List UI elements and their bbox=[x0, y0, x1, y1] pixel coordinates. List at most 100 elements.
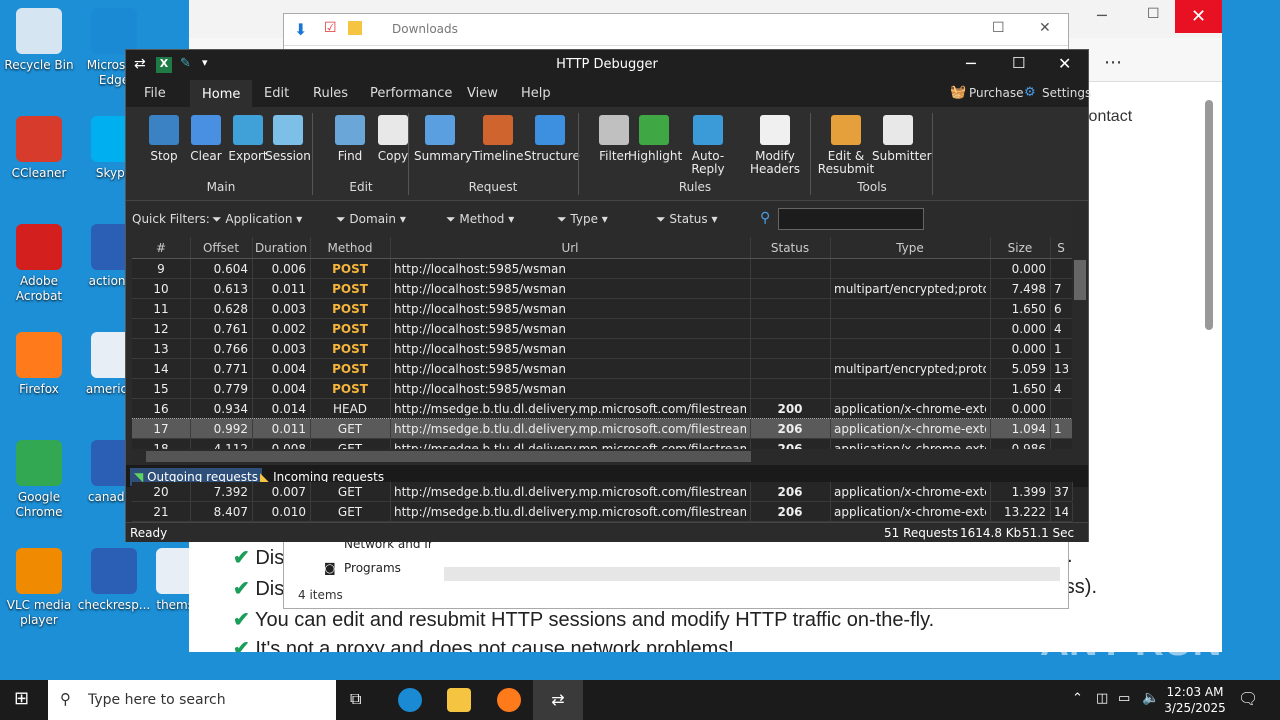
close-icon[interactable]: ✕ bbox=[1058, 54, 1071, 73]
more-icon[interactable]: ⋯ bbox=[1104, 52, 1122, 73]
sidebar-item-programs[interactable]: Programs bbox=[344, 561, 401, 575]
search-input[interactable] bbox=[778, 208, 924, 230]
table-row[interactable]: 15 0.779 0.004 POST http://localhost:5985/ws… bbox=[132, 379, 1072, 399]
cell-url: http://localhost:5985/wsman bbox=[394, 282, 566, 296]
clock[interactable]: 12:03 AM 3/25/2025 bbox=[1160, 684, 1230, 716]
column-header[interactable]: Type bbox=[830, 241, 990, 255]
menu-file[interactable]: File bbox=[144, 86, 166, 101]
menu-help[interactable]: Help bbox=[521, 86, 551, 101]
filter-type[interactable]: ⏷ Type ▾ bbox=[557, 212, 608, 227]
cell-divider bbox=[390, 359, 391, 378]
cell-n: 14 bbox=[153, 362, 169, 376]
filter-method[interactable]: ⏷ Method ▾ bbox=[446, 212, 514, 227]
cell-size: 13.222 bbox=[1004, 505, 1046, 519]
column-header[interactable]: Url bbox=[390, 241, 750, 255]
minimize-icon[interactable]: ─ bbox=[1097, 6, 1107, 25]
table-row[interactable]: 9 0.604 0.006 POST http://localhost:5985/wsm… bbox=[132, 259, 1072, 279]
cell-divider bbox=[830, 319, 831, 338]
menu-edit[interactable]: Edit bbox=[264, 86, 289, 101]
table-row[interactable]: 11 0.628 0.003 POST http://localhost:5985/ws… bbox=[132, 299, 1072, 319]
column-header[interactable]: Method bbox=[310, 241, 390, 255]
desktop-icon[interactable]: Google Chrome bbox=[0, 440, 78, 520]
table-row[interactable]: 20 7.392 0.007 GET http://msedge.b.tlu.dl.de… bbox=[132, 482, 1073, 502]
notifications-icon[interactable]: 🗨 bbox=[1238, 689, 1258, 708]
menu-rules[interactable]: Rules bbox=[313, 86, 348, 101]
table-row[interactable]: 17 0.992 0.011 GET http://msedge.b.tlu.dl.de… bbox=[132, 418, 1072, 440]
table-row[interactable]: 18 4.112 0.008 GET http://msedge.b.tlu.dl.de… bbox=[132, 439, 1072, 449]
filter-status[interactable]: ⏷ Status ▾ bbox=[656, 212, 718, 227]
network-icon[interactable]: ▭ bbox=[1118, 691, 1130, 706]
cell-divider bbox=[390, 259, 391, 278]
cell-n: 13 bbox=[153, 342, 169, 356]
settings-link[interactable]: Settings bbox=[1042, 86, 1091, 100]
horizontal-scrollbar[interactable] bbox=[132, 449, 1088, 464]
column-header[interactable]: # bbox=[132, 241, 190, 255]
explorer-maximize-icon[interactable]: ☐ bbox=[992, 20, 1005, 36]
desktop-icon[interactable]: CCleaner bbox=[0, 116, 78, 181]
ribbon-button-highlight[interactable]: Highlight bbox=[628, 115, 682, 163]
minimize-icon[interactable]: ─ bbox=[966, 54, 976, 73]
search-box[interactable]: ⚲ Type here to search bbox=[48, 680, 336, 720]
menu-view[interactable]: View bbox=[467, 86, 498, 101]
column-header[interactable]: Status bbox=[750, 241, 830, 255]
cell-divider bbox=[390, 399, 391, 418]
desktop-app-icon bbox=[16, 116, 62, 162]
chevron-up-icon[interactable]: ⌃ bbox=[1072, 691, 1083, 706]
column-header[interactable]: Offset bbox=[190, 241, 252, 255]
vertical-scrollbar[interactable] bbox=[1072, 202, 1088, 464]
column-header[interactable]: Duration bbox=[252, 241, 310, 255]
table-row[interactable]: 13 0.766 0.003 POST http://localhost:5985/ws… bbox=[132, 339, 1072, 359]
table-row[interactable]: 21 8.407 0.010 GET http://msedge.b.tlu.dl.de… bbox=[132, 502, 1073, 522]
cell-url: http://localhost:5985/wsman bbox=[394, 322, 566, 336]
ribbon-button-auto-reply[interactable]: Auto-Reply bbox=[682, 115, 734, 176]
menu-performance[interactable]: Performance bbox=[370, 86, 452, 101]
table-row[interactable]: 16 0.934 0.014 HEAD http://msedge.b.tlu.dl.d… bbox=[132, 399, 1072, 419]
start-icon[interactable]: ⊞ bbox=[14, 688, 29, 709]
ribbon-button-structure[interactable]: Structure bbox=[524, 115, 580, 163]
ribbon-button-modify-headers[interactable]: Modify Headers bbox=[746, 115, 804, 176]
table-row[interactable]: 14 0.771 0.004 POST http://localhost:5985/ws… bbox=[132, 359, 1072, 379]
cell-url: http://localhost:5985/wsman bbox=[394, 342, 566, 356]
menu-home[interactable]: Home bbox=[190, 80, 253, 107]
ribbon-button-edit-resubmit[interactable]: Edit & Resubmit bbox=[816, 115, 876, 176]
scrollbar-thumb[interactable] bbox=[1205, 100, 1213, 330]
filter-domain[interactable]: ⏷ Domain ▾ bbox=[336, 212, 406, 227]
close-icon[interactable]: ✕ bbox=[1175, 0, 1222, 33]
status-bar: Ready 51 Requests 1614.8 Kb 51.1 Sec bbox=[126, 522, 1088, 542]
task-view-icon[interactable]: ⧉ bbox=[350, 689, 361, 709]
ribbon-button-copy[interactable]: Copy bbox=[367, 115, 419, 163]
cell-s: 4 bbox=[1054, 322, 1062, 336]
cell-status: 206 bbox=[777, 442, 803, 449]
ribbon-button-session[interactable]: Session bbox=[262, 115, 314, 163]
cell-type: multipart/encrypted;protoc... bbox=[834, 282, 986, 296]
avatar-icon[interactable] bbox=[189, 1, 207, 19]
security-icon[interactable]: ◫ bbox=[1096, 691, 1108, 706]
ribbon-button-timeline[interactable]: Timeline bbox=[472, 115, 524, 163]
desktop-icon[interactable]: Recycle Bin bbox=[0, 8, 78, 73]
purchase-link[interactable]: Purchase bbox=[969, 86, 1024, 100]
firefox-taskbar-icon[interactable] bbox=[497, 688, 521, 712]
file-explorer-icon[interactable] bbox=[447, 688, 471, 712]
cell-divider bbox=[1050, 259, 1051, 278]
ribbon-button-summary[interactable]: Summary bbox=[414, 115, 472, 163]
cell-s: 7 bbox=[1054, 282, 1062, 296]
edge-taskbar-icon[interactable] bbox=[398, 688, 422, 712]
modify-headers-icon bbox=[760, 115, 790, 145]
table-row[interactable]: 10 0.613 0.011 POST http://localhost:5985/ws… bbox=[132, 279, 1072, 299]
desktop-icon[interactable]: Adobe Acrobat bbox=[0, 224, 78, 304]
volume-icon[interactable]: 🔈 bbox=[1142, 690, 1159, 706]
maximize-icon[interactable]: ☐ bbox=[1012, 54, 1025, 72]
maximize-icon[interactable]: ☐ bbox=[1147, 6, 1160, 22]
desktop-icon[interactable]: VLC media player bbox=[0, 548, 78, 628]
column-header[interactable]: Size bbox=[990, 241, 1050, 255]
explorer-close-icon[interactable]: ✕ bbox=[1039, 20, 1051, 36]
http-debugger-taskbar-icon[interactable]: ⇄ bbox=[533, 680, 583, 720]
quick-filters-bar: Quick Filters: ⏷ Application ▾ ⏷ Domain … bbox=[126, 202, 1072, 236]
filter-application[interactable]: ⏷ Application ▾ bbox=[212, 212, 302, 227]
column-header[interactable]: S bbox=[1050, 241, 1072, 255]
ribbon-button-submitter[interactable]: Submitter bbox=[872, 115, 932, 163]
ribbon-button-label: Structure bbox=[524, 149, 580, 163]
horizontal-scrollbar[interactable] bbox=[444, 567, 1060, 581]
table-row[interactable]: 12 0.761 0.002 POST http://localhost:5985/ws… bbox=[132, 319, 1072, 339]
desktop-icon[interactable]: Firefox bbox=[0, 332, 78, 397]
